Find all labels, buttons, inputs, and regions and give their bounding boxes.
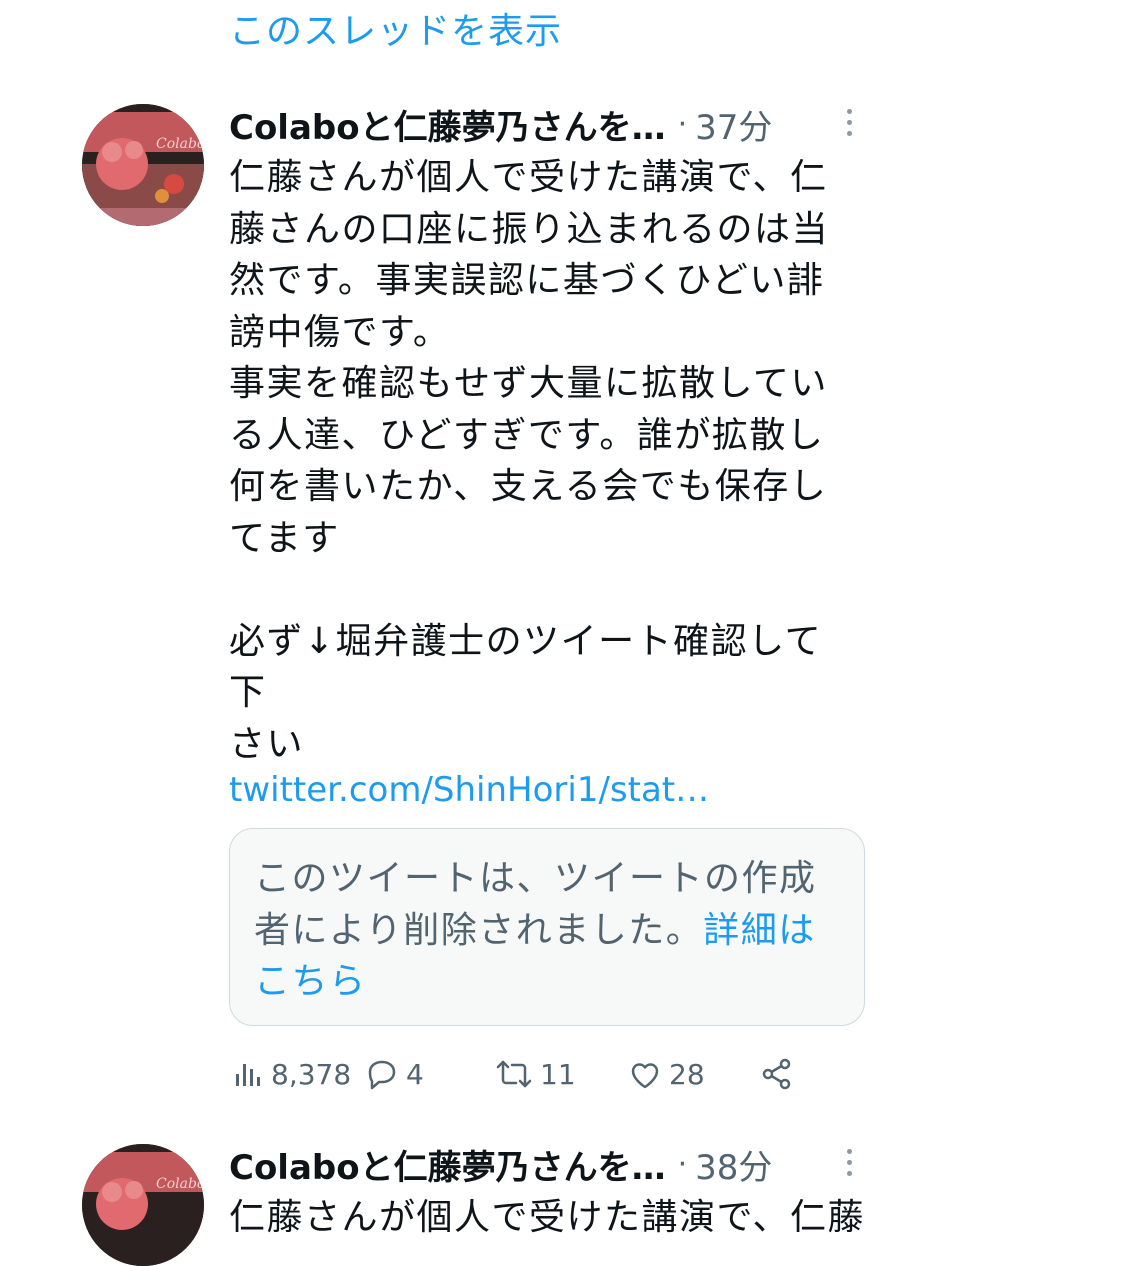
tweet-text-line: 藤さんの口座に振り込まれるのは当 (229, 208, 830, 250)
display-name[interactable]: Colaboと仁藤夢乃さんを… (229, 1140, 666, 1189)
tweet-text-line: 事実を確認もせず大量に拡散してい (229, 363, 828, 404)
more-options-icon[interactable] (835, 102, 863, 142)
separator-dot: · (677, 1146, 688, 1182)
tweet-header: Colaboと仁藤夢乃さんを… · 38分 (229, 1140, 772, 1188)
avatar[interactable]: Colabo (82, 1144, 204, 1266)
reply-icon (368, 1060, 396, 1090)
heart-icon (631, 1063, 659, 1089)
share-icon (762, 1058, 791, 1090)
tweet-text: 仁藤さんが個人で受けた講演で、仁藤 (229, 1197, 866, 1238)
tweet-link[interactable]: twitter.com/ShinHori1/stat… (229, 770, 709, 810)
views-button[interactable]: 8,378 (233, 1050, 351, 1098)
tweet-text-line: 仁藤さんが個人で受けた講演で、仁 (229, 157, 828, 198)
quoted-tweet-card[interactable]: このツイートは、ツイートの作成者により削除されました。詳細はこちら (229, 828, 865, 1026)
like-button[interactable]: 28 (627, 1050, 705, 1098)
avatar-logo-text: Colabo (156, 136, 204, 152)
share-button[interactable] (759, 1050, 795, 1098)
avatar[interactable]: Colabo (82, 104, 204, 226)
retweet-count: 11 (540, 1057, 576, 1091)
like-count: 28 (669, 1057, 705, 1091)
analytics-icon (236, 1064, 260, 1086)
tweet-header: Colaboと仁藤夢乃さんを… · 37分 (229, 100, 772, 148)
tweet-actions: 8,378 4 11 28 (229, 1050, 869, 1098)
tweet-text-line: 何を書いたか、支える会でも保存し (229, 466, 828, 507)
reply-button[interactable]: 4 (364, 1050, 424, 1098)
display-name[interactable]: Colaboと仁藤夢乃さんを… (229, 100, 666, 149)
retweet-button[interactable]: 11 (494, 1050, 576, 1098)
quoted-tweet-text: このツイートは、ツイートの作成者により削除されました。詳細はこちら (254, 853, 844, 1008)
tweet-text-line: さい (229, 723, 305, 765)
tweet-text-line: 必ず↓堀弁護士のツイート確認して下 (229, 620, 823, 714)
tweet-text-line: る人達、ひどすぎです。誰が拡散し (229, 414, 825, 456)
timestamp[interactable]: 38分 (695, 1140, 772, 1189)
timestamp[interactable]: 37分 (695, 100, 772, 149)
retweet-icon (496, 1060, 532, 1088)
tweet[interactable]: Colabo Colaboと仁藤夢乃さんを… · 38分 仁藤さんが個人で受けた… (0, 1120, 1131, 1266)
more-options-icon[interactable] (835, 1142, 863, 1182)
separator-dot: · (677, 106, 688, 142)
tweet[interactable]: Colabo Colaboと仁藤夢乃さんを… · 37分 仁藤さんが個人で受けた… (0, 0, 1131, 1120)
tweet-text-line: てます (229, 517, 340, 559)
tweet-text: 仁藤さんが個人で受けた講演で、仁 藤さんの口座に振り込まれるのは当 然です。事実… (229, 152, 849, 770)
views-count: 8,378 (271, 1057, 352, 1091)
reply-count: 4 (406, 1057, 424, 1091)
avatar-logo-text: Colabo (156, 1176, 204, 1192)
tweet-text-line: 謗中傷です。 (229, 311, 451, 353)
tweet-text-line (229, 564, 849, 616)
tweet-text-line: 然です。事実誤認に基づくひどい誹 (229, 260, 825, 301)
